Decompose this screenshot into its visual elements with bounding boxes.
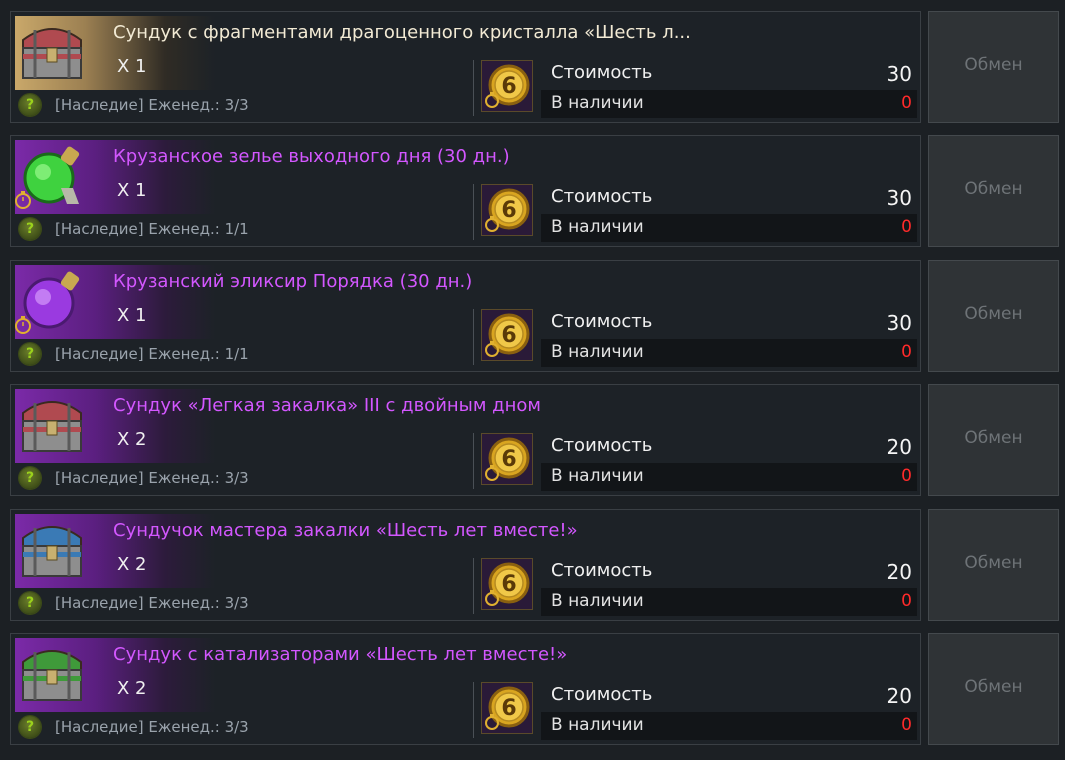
- item-name[interactable]: Крузанское зелье выходного дня (30 дн.): [113, 146, 510, 167]
- stock-label: В наличии: [551, 715, 644, 735]
- cost-value: 30: [886, 311, 912, 335]
- svg-text:6: 6: [501, 198, 516, 223]
- cost-label: Стоимость: [551, 560, 653, 581]
- cost-label: Стоимость: [551, 684, 653, 705]
- chest-icon[interactable]: [17, 18, 87, 86]
- anniversary-coin-icon[interactable]: 6: [481, 558, 533, 610]
- cost-label: Стоимость: [551, 435, 653, 456]
- chest-icon[interactable]: [17, 391, 87, 459]
- item-panel: Крузанское зелье выходного дня (30 дн.) X…: [10, 135, 921, 247]
- cost-value: 20: [886, 435, 912, 459]
- item-name[interactable]: Сундук с фрагментами драгоценного криста…: [113, 22, 691, 43]
- item-panel: Сундук с катализаторами «Шесть лет вмест…: [10, 633, 921, 745]
- exchange-button[interactable]: Обмен: [928, 11, 1059, 123]
- item-panel: Крузанский эликсир Порядка (30 дн.) X 1? […: [10, 260, 921, 372]
- item-quantity: X 2: [117, 678, 147, 699]
- cost-value: 30: [886, 62, 912, 86]
- cost-value: 20: [886, 560, 912, 584]
- exchange-row: Сундук с фрагментами драгоценного криста…: [10, 11, 1059, 123]
- exchange-button[interactable]: Обмен: [928, 384, 1059, 496]
- svg-text:6: 6: [501, 74, 516, 99]
- anniversary-coin-icon[interactable]: 6: [481, 60, 533, 112]
- item-panel: Сундук с фрагментами драгоценного криста…: [10, 11, 921, 123]
- exchange-button[interactable]: Обмен: [928, 260, 1059, 372]
- stock-label: В наличии: [551, 93, 644, 113]
- chest-icon[interactable]: [17, 516, 87, 584]
- help-icon[interactable]: ?: [19, 592, 41, 614]
- weekly-limit: [Наследие] Еженед.: 3/3: [55, 594, 249, 612]
- item-name[interactable]: Крузанский эликсир Порядка (30 дн.): [113, 271, 472, 292]
- item-panel: Сундук «Легкая закалка» III с двойным дн…: [10, 384, 921, 496]
- exchange-row: Крузанское зелье выходного дня (30 дн.) X…: [10, 135, 1059, 247]
- weekly-limit: [Наследие] Еженед.: 3/3: [55, 96, 249, 114]
- cost-label: Стоимость: [551, 311, 653, 332]
- item-quantity: X 1: [117, 180, 147, 201]
- weekly-limit: [Наследие] Еженед.: 1/1: [55, 345, 249, 363]
- anniversary-coin-icon[interactable]: 6: [481, 309, 533, 361]
- anniversary-coin-icon[interactable]: 6: [481, 433, 533, 485]
- anniversary-coin-icon[interactable]: 6: [481, 682, 533, 734]
- stock-value: 0: [901, 342, 912, 362]
- weekly-limit: [Наследие] Еженед.: 3/3: [55, 718, 249, 736]
- stock-label: В наличии: [551, 217, 644, 237]
- exchange-button[interactable]: Обмен: [928, 135, 1059, 247]
- cost-label: Стоимость: [551, 62, 653, 83]
- item-quantity: X 2: [117, 429, 147, 450]
- stock-value: 0: [901, 466, 912, 486]
- stock-label: В наличии: [551, 342, 644, 362]
- anniversary-coin-icon[interactable]: 6: [481, 184, 533, 236]
- exchange-row: Сундук с катализаторами «Шесть лет вмест…: [10, 633, 1059, 745]
- timer-icon: [13, 315, 33, 335]
- divider: [473, 309, 474, 365]
- exchange-row: Сундук «Легкая закалка» III с двойным дн…: [10, 384, 1059, 496]
- exchange-row: Сундучок мастера закалки «Шесть лет вмес…: [10, 509, 1059, 621]
- help-icon[interactable]: ?: [19, 467, 41, 489]
- stock-value: 0: [901, 93, 912, 113]
- item-quantity: X 2: [117, 554, 147, 575]
- help-icon[interactable]: ?: [19, 218, 41, 240]
- item-panel: Сундучок мастера закалки «Шесть лет вмес…: [10, 509, 921, 621]
- item-name[interactable]: Сундук «Легкая закалка» III с двойным дн…: [113, 395, 541, 416]
- help-icon[interactable]: ?: [19, 94, 41, 116]
- svg-text:6: 6: [501, 323, 516, 348]
- item-quantity: X 1: [117, 56, 147, 77]
- chest-icon[interactable]: [17, 640, 87, 708]
- cost-label: Стоимость: [551, 186, 653, 207]
- help-icon[interactable]: ?: [19, 343, 41, 365]
- divider: [473, 60, 474, 116]
- stock-value: 0: [901, 591, 912, 611]
- item-quantity: X 1: [117, 305, 147, 326]
- item-name[interactable]: Сундук с катализаторами «Шесть лет вмест…: [113, 644, 567, 665]
- cost-value: 20: [886, 684, 912, 708]
- exchange-button[interactable]: Обмен: [928, 633, 1059, 745]
- exchange-row: Крузанский эликсир Порядка (30 дн.) X 1? […: [10, 260, 1059, 372]
- divider: [473, 184, 474, 240]
- item-name[interactable]: Сундучок мастера закалки «Шесть лет вмес…: [113, 520, 578, 541]
- help-icon[interactable]: ?: [19, 716, 41, 738]
- cost-value: 30: [886, 186, 912, 210]
- stock-value: 0: [901, 217, 912, 237]
- svg-text:6: 6: [501, 572, 516, 597]
- weekly-limit: [Наследие] Еженед.: 1/1: [55, 220, 249, 238]
- weekly-limit: [Наследие] Еженед.: 3/3: [55, 469, 249, 487]
- exchange-button[interactable]: Обмен: [928, 509, 1059, 621]
- stock-value: 0: [901, 715, 912, 735]
- timer-icon: [13, 190, 33, 210]
- stock-label: В наличии: [551, 466, 644, 486]
- svg-text:6: 6: [501, 447, 516, 472]
- divider: [473, 558, 474, 614]
- svg-text:6: 6: [501, 696, 516, 721]
- divider: [473, 682, 474, 738]
- divider: [473, 433, 474, 489]
- stock-label: В наличии: [551, 591, 644, 611]
